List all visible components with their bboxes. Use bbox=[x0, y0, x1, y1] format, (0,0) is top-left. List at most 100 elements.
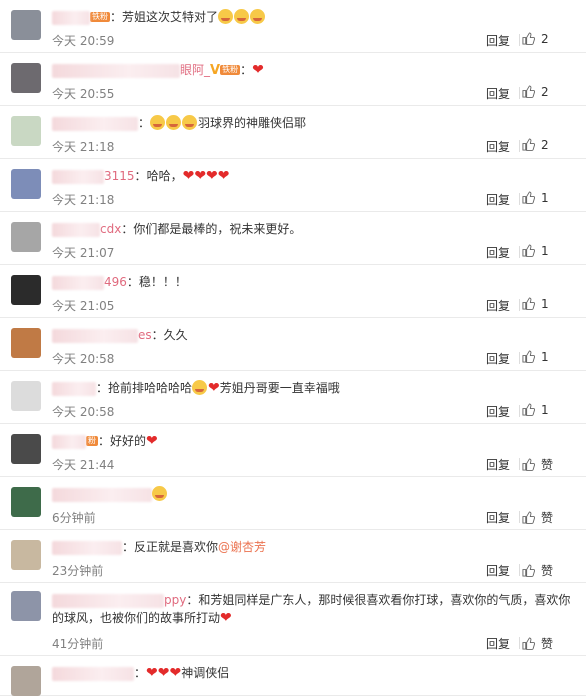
like-count: 1 bbox=[541, 297, 549, 311]
reply-button[interactable]: 回复 bbox=[486, 456, 510, 473]
avatar[interactable] bbox=[11, 116, 41, 146]
avatar[interactable] bbox=[11, 169, 41, 199]
heart-icon: ❤ bbox=[169, 665, 182, 681]
like-button[interactable]: 1 bbox=[522, 297, 574, 311]
avatar[interactable] bbox=[11, 434, 41, 464]
comment-item: ppy：和芳姐同样是广东人，那时候很喜欢看你打球，喜欢你的气质，喜欢你的球风，也… bbox=[0, 583, 586, 656]
reply-button[interactable]: 回复 bbox=[486, 403, 510, 420]
thumbs-up-icon bbox=[522, 297, 535, 310]
name-colon: ： bbox=[122, 540, 135, 554]
comment-text: 好好的 bbox=[110, 434, 147, 448]
reply-button[interactable]: 回复 bbox=[486, 297, 510, 314]
reply-button[interactable]: 回复 bbox=[486, 138, 510, 155]
avatar[interactable] bbox=[11, 275, 41, 305]
like-button[interactable]: 1 bbox=[522, 403, 574, 417]
reply-button[interactable]: 回复 bbox=[486, 350, 510, 367]
avatar[interactable] bbox=[11, 540, 41, 570]
comment-text: 久久 bbox=[163, 328, 188, 342]
comment-content: 眼阿_V 铁粉 ：❤ bbox=[52, 61, 574, 80]
emoji-icon bbox=[182, 115, 198, 130]
reply-button[interactable]: 回复 bbox=[486, 32, 510, 49]
thumbs-up-icon bbox=[522, 350, 535, 363]
username-blurred[interactable] bbox=[52, 593, 164, 608]
comment-item: 铁粉 ：芳姐这次艾特对了 今天 20:59 回复 2 bbox=[0, 0, 586, 53]
comment-content: 496：稳！！！ bbox=[52, 273, 574, 291]
like-button[interactable]: 1 bbox=[522, 350, 574, 364]
reply-button[interactable]: 回复 bbox=[486, 244, 510, 261]
mention-link[interactable]: @谢杏芳 bbox=[218, 540, 266, 554]
comment-meta: 今天 20:55 回复 2 bbox=[52, 85, 574, 101]
username-tail[interactable]: ppy bbox=[164, 593, 186, 607]
username-blurred[interactable] bbox=[52, 169, 104, 184]
thumbs-up-icon bbox=[522, 564, 535, 577]
username-tail[interactable]: 3115 bbox=[104, 169, 135, 183]
like-count: 2 bbox=[541, 138, 549, 152]
divider bbox=[519, 140, 520, 152]
comment-content: ppy：和芳姐同样是广东人，那时候很喜欢看你打球，喜欢你的气质，喜欢你的球风，也… bbox=[52, 591, 574, 627]
username-tail[interactable]: es bbox=[138, 328, 152, 342]
emoji-icon bbox=[218, 9, 234, 24]
username-blurred[interactable] bbox=[52, 487, 152, 502]
like-button[interactable]: 赞 bbox=[522, 562, 574, 579]
username-blurred[interactable] bbox=[52, 666, 134, 681]
fan-badge: 铁粉 bbox=[220, 65, 241, 75]
username-blurred[interactable] bbox=[52, 381, 96, 396]
like-button[interactable]: 赞 bbox=[522, 456, 574, 473]
like-count: 赞 bbox=[541, 564, 554, 578]
comment-content bbox=[52, 485, 574, 503]
comment-text: 稳！！！ bbox=[138, 275, 187, 289]
avatar[interactable] bbox=[11, 591, 41, 621]
avatar-image bbox=[11, 116, 41, 146]
reply-button[interactable]: 回复 bbox=[486, 635, 510, 652]
avatar-image bbox=[11, 275, 41, 305]
reply-button[interactable]: 回复 bbox=[486, 562, 510, 579]
like-button[interactable]: 2 bbox=[522, 138, 574, 152]
username-blurred[interactable] bbox=[52, 328, 138, 343]
like-button[interactable]: 1 bbox=[522, 244, 574, 258]
avatar-image bbox=[11, 666, 41, 696]
username-blurred[interactable] bbox=[52, 222, 100, 237]
comment-item: 3115：哈哈，❤❤❤❤ 今天 21:18 回复 1 bbox=[0, 159, 586, 212]
username-blurred[interactable] bbox=[52, 10, 90, 25]
avatar[interactable] bbox=[11, 10, 41, 40]
comment-item: ：抢前排哈哈哈哈 ❤芳姐丹哥要一直幸福哦 今天 20:58 回复 1 bbox=[0, 371, 586, 424]
avatar[interactable] bbox=[11, 666, 41, 696]
reply-button[interactable]: 回复 bbox=[486, 509, 510, 526]
divider bbox=[519, 34, 520, 46]
like-button[interactable]: 1 bbox=[522, 191, 574, 205]
like-button[interactable]: 2 bbox=[522, 32, 574, 46]
avatar[interactable] bbox=[11, 222, 41, 252]
heart-icon: ❤ bbox=[157, 665, 170, 681]
heart-icon: ❤ bbox=[252, 62, 264, 78]
username-tail[interactable]: cdx bbox=[100, 222, 121, 236]
thumbs-up-icon bbox=[522, 637, 535, 650]
like-button[interactable]: 2 bbox=[522, 85, 574, 99]
username-blurred[interactable] bbox=[52, 434, 86, 449]
username-blurred[interactable] bbox=[52, 275, 104, 290]
username-blurred[interactable] bbox=[52, 63, 180, 78]
emoji-icon bbox=[192, 380, 208, 395]
username-blurred[interactable] bbox=[52, 116, 138, 131]
name-colon: ： bbox=[121, 222, 134, 236]
name-colon: ： bbox=[138, 116, 151, 130]
comment-text: 哈哈， bbox=[146, 169, 183, 183]
comment-meta: 23分钟前 回复 赞 bbox=[52, 562, 574, 578]
thumbs-up-icon bbox=[522, 458, 535, 471]
reply-button[interactable]: 回复 bbox=[486, 191, 510, 208]
avatar[interactable] bbox=[11, 381, 41, 411]
name-colon: ： bbox=[134, 666, 147, 680]
like-button[interactable]: 赞 bbox=[522, 635, 574, 652]
avatar[interactable] bbox=[11, 328, 41, 358]
avatar[interactable] bbox=[11, 63, 41, 93]
fan-badge: 粉 bbox=[86, 436, 98, 446]
avatar[interactable] bbox=[11, 487, 41, 517]
comment-meta: 今天 21:05 回复 1 bbox=[52, 297, 574, 313]
username-tail[interactable]: 眼阿_ bbox=[180, 63, 210, 77]
heart-icon: ❤ bbox=[182, 168, 195, 184]
comment-content: ：❤❤❤神调侠侣 bbox=[52, 664, 574, 682]
reply-button[interactable]: 回复 bbox=[486, 85, 510, 102]
like-button[interactable]: 赞 bbox=[522, 509, 574, 526]
username-tail[interactable]: 496 bbox=[104, 275, 127, 289]
comment-item: 496：稳！！！ 今天 21:05 回复 1 bbox=[0, 265, 586, 318]
username-blurred[interactable] bbox=[52, 540, 122, 555]
